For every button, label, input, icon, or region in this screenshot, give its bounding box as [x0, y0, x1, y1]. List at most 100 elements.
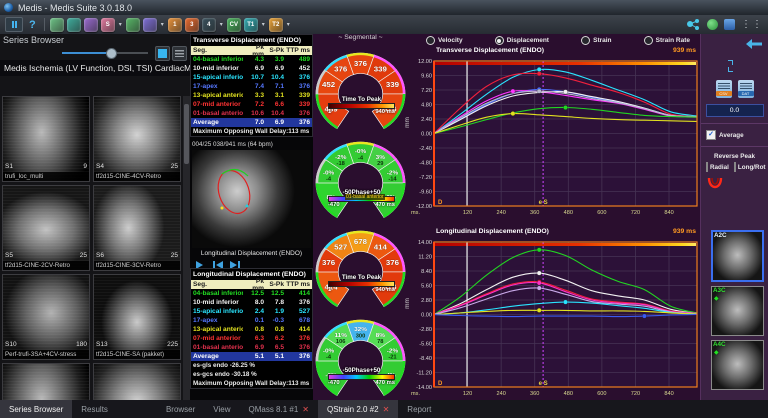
back-arrow-icon[interactable]: [701, 34, 768, 54]
segmental-map[interactable]: 414376527678414376376 Time To Peak 1940 …: [313, 222, 408, 311]
app-icon[interactable]: [50, 18, 64, 32]
bottom-tab-series-browser[interactable]: Series Browser: [0, 400, 72, 418]
series-thumbnail[interactable]: S625tf2d15-CINE-3CV-Retro: [93, 185, 181, 271]
segment-row[interactable]: 04-basal inferior4.33.9489: [191, 55, 312, 64]
series-thumbnail[interactable]: S19trufi_loc_multi: [2, 96, 90, 182]
help-button[interactable]: ?: [26, 19, 39, 31]
workspace-tab-browser[interactable]: Browser: [157, 400, 204, 418]
segmental-map[interactable]: 8%79-0%-4-2%-18-0%-43%29-2%-14-0%-1 -50P…: [313, 133, 408, 222]
status-green-icon[interactable]: [707, 19, 718, 30]
app-icon[interactable]: [67, 18, 81, 32]
bottom-tab-results[interactable]: Results: [72, 400, 117, 418]
radio-icon[interactable]: [426, 36, 435, 45]
average-row[interactable]: Average5.15.1376: [191, 352, 312, 361]
segment-row[interactable]: 04-basal inferior12.512.5414: [191, 289, 312, 298]
workspace-tab-qmass-8-1--1[interactable]: QMass 8.1 #1✕: [239, 400, 318, 418]
app-icon[interactable]: 3: [185, 18, 199, 32]
radio-icon[interactable]: [581, 36, 590, 45]
radio-icon[interactable]: [644, 36, 653, 45]
radio-option-strain-rate[interactable]: Strain Rate: [644, 36, 690, 45]
svg-text:-7.20: -7.20: [419, 175, 432, 181]
series-thumbnail[interactable]: S525tf2d15-CINE-2CV-Retro: [2, 185, 90, 271]
longrot-checkbox[interactable]: [734, 162, 736, 172]
segmental-map[interactable]: 489452376376339339376 Time To Peak 1940 …: [313, 44, 408, 133]
svg-text:2.40: 2.40: [421, 117, 432, 123]
layout-icon[interactable]: [724, 19, 735, 30]
media-player-icon[interactable]: [5, 17, 23, 32]
app-icon[interactable]: T1: [244, 18, 258, 32]
app-icon[interactable]: T2: [269, 18, 283, 32]
dropdown-caret-icon[interactable]: ▾: [287, 21, 290, 28]
myocardium-icon[interactable]: [706, 177, 724, 193]
workspace-tab-report[interactable]: Report: [398, 400, 440, 418]
transverse-displacement-chart[interactable]: Transverse Displacement (ENDO) 939 ms mm…: [408, 47, 700, 222]
svg-text:-4.80: -4.80: [419, 161, 432, 167]
segment-row[interactable]: 13-apical anterior0.80.8414: [191, 325, 312, 334]
series-thumbnail[interactable]: S13225tf2d15-CINE-SA (pakket): [93, 274, 181, 360]
view-thumbnail-a4c[interactable]: A4C◆: [711, 340, 764, 390]
series-name: tf2d15-CINE-3CV-Retro: [94, 261, 180, 270]
segment-row[interactable]: 01-basal anterior6.96.5376: [191, 343, 312, 352]
app-icon[interactable]: CV: [227, 18, 241, 32]
workspace-tab-qstrain-2-0--2[interactable]: QStrain 2.0 #2✕: [318, 400, 398, 418]
app-icon[interactable]: [84, 18, 98, 32]
app-icon[interactable]: 4: [202, 18, 216, 32]
dropdown-caret-icon[interactable]: ▾: [262, 21, 265, 28]
export-report-icon[interactable]: DAT: [738, 80, 754, 98]
workspace-tab-view[interactable]: View: [204, 400, 239, 418]
segment-row[interactable]: 10-mid inferior8.07.8376: [191, 298, 312, 307]
segment-row[interactable]: 17-apex0.1-0.3678: [191, 316, 312, 325]
segment-row[interactable]: 17-apex7.47.1376: [191, 82, 312, 91]
list-view-button[interactable]: [172, 46, 187, 61]
dropdown-caret-icon[interactable]: ▾: [220, 21, 223, 28]
cine-viewport[interactable]: 004/25 038/941 ms (64 bpm) Longitudinal …: [190, 140, 313, 272]
svg-text:120: 120: [463, 210, 472, 216]
segment-row[interactable]: 07-mid anterior6.36.2376: [191, 334, 312, 343]
grid-view-button[interactable]: [155, 46, 170, 61]
dropdown-caret-icon[interactable]: ▾: [161, 21, 164, 28]
longitudinal-displacement-table[interactable]: Longitudinal Displacement (ENDO)Seg.Pk m…: [190, 268, 313, 389]
y-axis-label: mm: [404, 117, 411, 128]
segment-row[interactable]: 15-apical inferior10.710.4376: [191, 73, 312, 82]
app-icon[interactable]: 1: [168, 18, 182, 32]
slider-handle[interactable]: [106, 48, 117, 59]
radio-option-strain[interactable]: Strain: [581, 36, 611, 45]
app-icon[interactable]: [143, 18, 157, 32]
segment-row[interactable]: 13-apical anterior3.33.1339: [191, 91, 312, 100]
radio-icon[interactable]: [495, 36, 504, 45]
series-thumbnail[interactable]: S425tf2d15-CINE-4CV-Retro: [93, 96, 181, 182]
dropdown-caret-icon[interactable]: ▾: [119, 21, 122, 28]
fullscreen-icon[interactable]: [728, 60, 742, 72]
view-thumbnail-a2c[interactable]: A2C: [711, 230, 764, 282]
segment-row[interactable]: 15-apical inferior2.41.9527: [191, 307, 312, 316]
series-thumbnail[interactable]: [2, 363, 90, 400]
average-checkbox[interactable]: ✓: [706, 130, 716, 140]
series-thumbnail[interactable]: S10180Perf-trufi-3SA+4CV-stress: [2, 274, 90, 360]
app-icon[interactable]: S: [101, 18, 115, 32]
series-name: tf2d15-CINE-4CV-Retro: [94, 172, 180, 181]
average-row[interactable]: Average7.06.9376: [191, 118, 312, 127]
series-thumbnail[interactable]: [93, 363, 181, 400]
svg-text:-18: -18: [337, 161, 345, 167]
longitudinal-displacement-chart[interactable]: Longitudinal Displacement (ENDO) 939 ms …: [408, 228, 700, 403]
radio-option-velocity[interactable]: Velocity: [426, 36, 463, 45]
segment-row[interactable]: 10-mid inferior6.96.9452: [191, 64, 312, 73]
view-label: A2C: [714, 232, 727, 239]
series-scrollbar[interactable]: [183, 96, 190, 400]
radial-checkbox[interactable]: [706, 162, 708, 172]
view-thumbnail-a3c[interactable]: A3C◆: [711, 286, 764, 336]
connections-icon[interactable]: [686, 18, 701, 31]
menu-icon[interactable]: ⋮⋮: [741, 19, 763, 30]
transverse-displacement-table[interactable]: Transverse Displacement (ENDO)Seg.Pk mmS…: [190, 34, 313, 137]
series-name: trufi_loc_multi: [3, 172, 89, 181]
close-tab-icon[interactable]: ✕: [302, 405, 309, 414]
segmental-map[interactable]: -0%-3-0%-411%10632%3008%78-2%-21-4%-36 -…: [313, 311, 408, 400]
segment-row[interactable]: 01-basal anterior10.610.4376: [191, 109, 312, 118]
svg-text:e S: e S: [539, 381, 548, 387]
export-csv-icon[interactable]: CSV: [716, 80, 732, 98]
app-icon[interactable]: [126, 18, 140, 32]
close-tab-icon[interactable]: ✕: [383, 405, 390, 414]
segment-row[interactable]: 07-mid anterior7.26.6339: [191, 100, 312, 109]
radio-option-displacement[interactable]: Displacement: [495, 36, 549, 45]
cine-image[interactable]: [192, 150, 311, 248]
